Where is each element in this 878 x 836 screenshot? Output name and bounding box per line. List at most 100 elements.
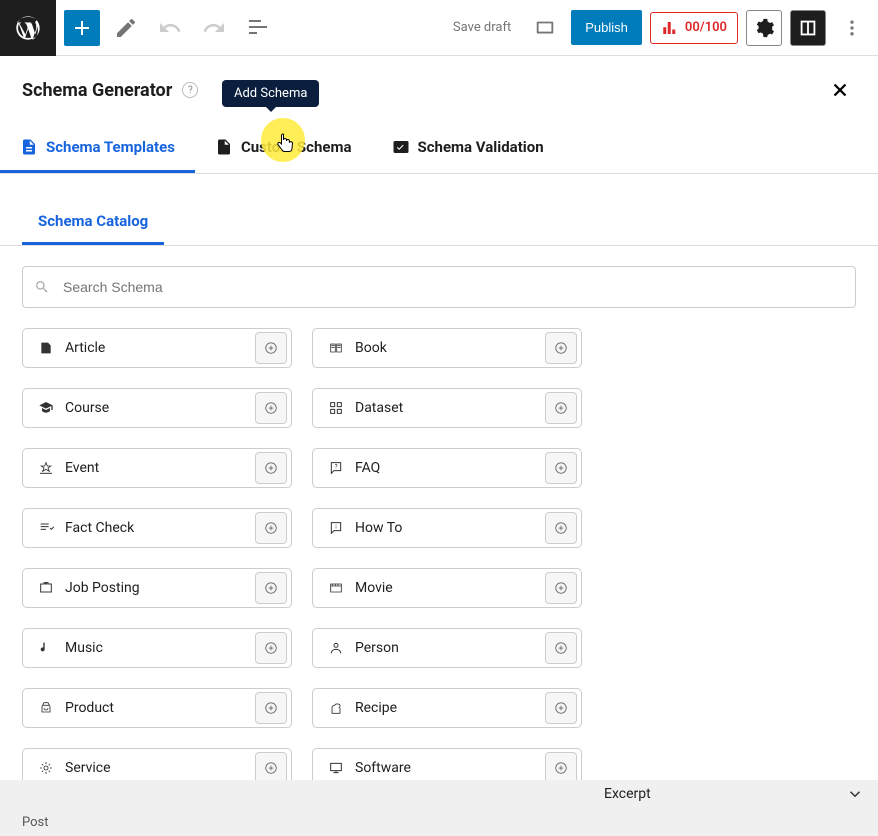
undo-button[interactable] xyxy=(152,10,188,46)
schema-card-article[interactable]: Article xyxy=(22,328,292,368)
add-schema-button[interactable] xyxy=(255,452,287,484)
faq-icon: ? xyxy=(327,459,345,477)
schema-card-music[interactable]: Music xyxy=(22,628,292,668)
schema-card-event[interactable]: Event xyxy=(22,448,292,488)
card-label: Article xyxy=(65,340,245,356)
factcheck-icon xyxy=(37,519,55,537)
add-schema-button[interactable] xyxy=(545,452,577,484)
post-bar[interactable]: Post xyxy=(0,808,878,836)
card-label: Product xyxy=(65,700,245,716)
wordpress-logo[interactable] xyxy=(0,0,56,56)
card-label: FAQ xyxy=(355,460,535,476)
add-schema-tooltip: Add Schema xyxy=(222,80,319,107)
add-schema-button[interactable] xyxy=(545,332,577,364)
search-icon xyxy=(34,279,50,295)
sidebar-toggle-button[interactable] xyxy=(790,10,826,46)
schema-card-how-to[interactable]: i How To xyxy=(312,508,582,548)
add-schema-button[interactable] xyxy=(255,572,287,604)
schema-card-product[interactable]: Product xyxy=(22,688,292,728)
article-icon xyxy=(37,339,55,357)
document-outline-button[interactable] xyxy=(240,10,276,46)
excerpt-panel[interactable]: Excerpt xyxy=(0,778,878,808)
add-schema-button[interactable] xyxy=(255,332,287,364)
card-label: Movie xyxy=(355,580,535,596)
schema-card-job-posting[interactable]: Job Posting xyxy=(22,568,292,608)
add-schema-button[interactable] xyxy=(545,752,577,780)
sub-tab-schema-catalog[interactable]: Schema Catalog xyxy=(22,200,164,245)
edit-icon[interactable] xyxy=(108,10,144,46)
add-schema-button[interactable] xyxy=(545,632,577,664)
tab-schema-templates[interactable]: Schema Templates xyxy=(0,124,195,173)
schema-card-movie[interactable]: Movie xyxy=(312,568,582,608)
tab-schema-validation[interactable]: Schema Validation xyxy=(372,124,564,173)
music-icon xyxy=(37,639,55,657)
add-schema-button[interactable] xyxy=(255,632,287,664)
schema-card-fact-check[interactable]: Fact Check xyxy=(22,508,292,548)
add-block-button[interactable] xyxy=(64,10,100,46)
movie-icon xyxy=(327,579,345,597)
modal-title: Schema Generator xyxy=(22,80,172,101)
card-label: Service xyxy=(65,760,245,776)
add-schema-button[interactable] xyxy=(545,512,577,544)
card-label: Fact Check xyxy=(65,520,245,536)
close-button[interactable] xyxy=(824,74,856,106)
card-label: Job Posting xyxy=(65,580,245,596)
course-icon xyxy=(37,399,55,417)
card-label: Recipe xyxy=(355,700,535,716)
schema-grid: Article Book Course Dataset Event ? FAQ … xyxy=(22,328,856,780)
editor-toolbar: Save draft Publish 00/100 xyxy=(0,0,878,56)
schema-card-recipe[interactable]: Recipe xyxy=(312,688,582,728)
preview-button[interactable] xyxy=(527,10,563,46)
schema-card-person[interactable]: Person xyxy=(312,628,582,668)
add-schema-button[interactable] xyxy=(255,752,287,780)
search-schema-box xyxy=(22,266,856,308)
sub-tabs: Schema Catalog xyxy=(0,200,878,246)
software-icon xyxy=(327,759,345,777)
schema-generator-modal: Schema Generator ? Schema Templates Cust… xyxy=(0,56,878,780)
card-label: Book xyxy=(355,340,535,356)
add-schema-button[interactable] xyxy=(545,392,577,424)
add-schema-button[interactable] xyxy=(545,572,577,604)
hand-cursor-icon xyxy=(275,132,295,161)
card-label: How To xyxy=(355,520,535,536)
card-label: Event xyxy=(65,460,245,476)
schema-card-book[interactable]: Book xyxy=(312,328,582,368)
rank-math-score-button[interactable]: 00/100 xyxy=(650,12,738,44)
excerpt-label: Excerpt xyxy=(604,786,651,802)
card-label: Dataset xyxy=(355,400,535,416)
schema-card-software[interactable]: Software xyxy=(312,748,582,780)
chevron-down-icon xyxy=(846,785,864,803)
add-schema-button[interactable] xyxy=(255,392,287,424)
recipe-icon xyxy=(327,699,345,717)
search-input[interactable] xyxy=(22,266,856,308)
card-label: Person xyxy=(355,640,535,656)
add-schema-button[interactable] xyxy=(255,512,287,544)
publish-button[interactable]: Publish xyxy=(571,10,642,45)
settings-button[interactable] xyxy=(746,10,782,46)
book-icon xyxy=(327,339,345,357)
service-icon xyxy=(37,759,55,777)
job-icon xyxy=(37,579,55,597)
product-icon xyxy=(37,699,55,717)
schema-card-service[interactable]: Service xyxy=(22,748,292,780)
event-icon xyxy=(37,459,55,477)
howto-icon: i xyxy=(327,519,345,537)
card-label: Music xyxy=(65,640,245,656)
svg-text:i: i xyxy=(335,525,336,531)
card-label: Software xyxy=(355,760,535,776)
svg-text:?: ? xyxy=(335,464,338,471)
save-draft-button[interactable]: Save draft xyxy=(445,12,519,43)
add-schema-button[interactable] xyxy=(255,692,287,724)
add-schema-button[interactable] xyxy=(545,692,577,724)
person-icon xyxy=(327,639,345,657)
more-options-button[interactable] xyxy=(834,0,870,56)
post-label: Post xyxy=(22,815,49,830)
redo-button[interactable] xyxy=(196,10,232,46)
rank-score-label: 00/100 xyxy=(685,20,727,35)
help-icon[interactable]: ? xyxy=(182,82,198,98)
schema-card-course[interactable]: Course xyxy=(22,388,292,428)
schema-card-dataset[interactable]: Dataset xyxy=(312,388,582,428)
card-label: Course xyxy=(65,400,245,416)
dataset-icon xyxy=(327,399,345,417)
schema-card-faq[interactable]: ? FAQ xyxy=(312,448,582,488)
